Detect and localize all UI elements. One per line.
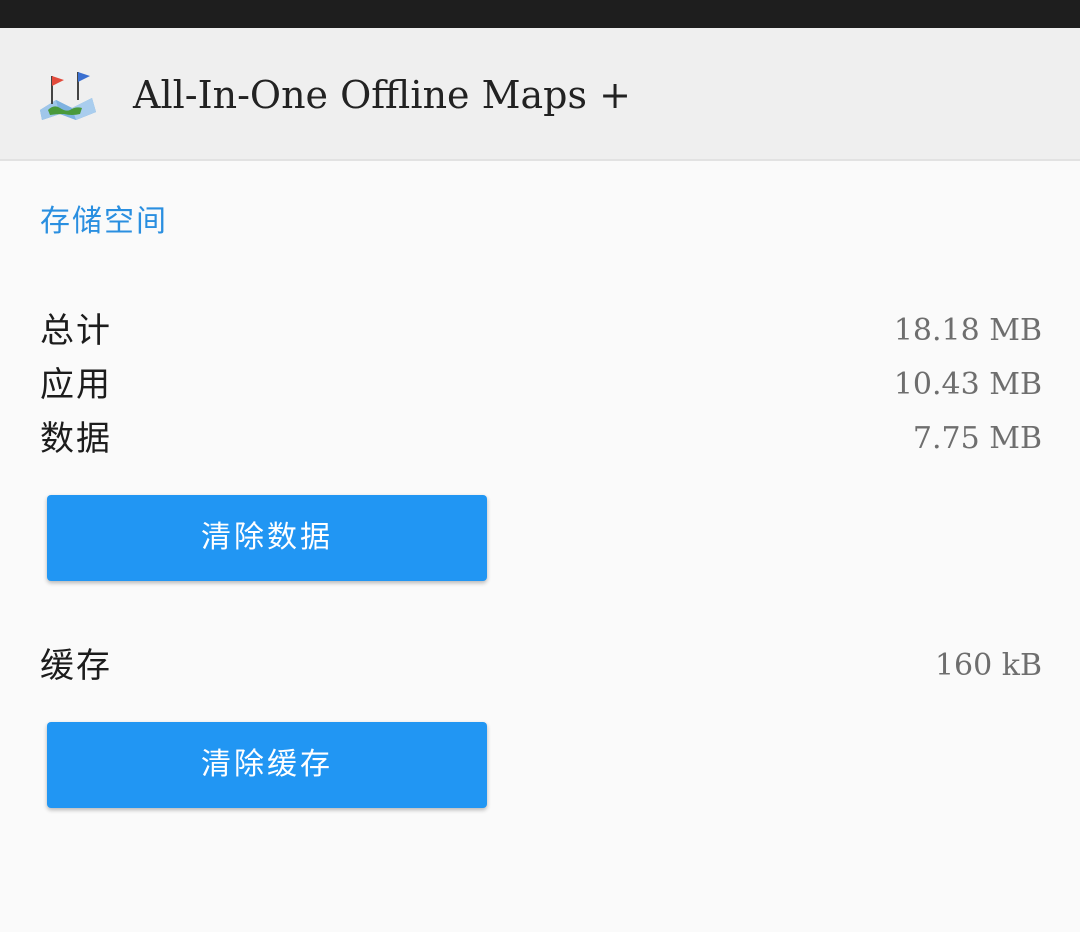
storage-total-label: 总计 (40, 311, 112, 351)
status-bar (0, 0, 1080, 28)
storage-data-label: 数据 (40, 419, 112, 459)
storage-cache-label: 缓存 (40, 646, 112, 686)
storage-total-row: 总计 18.18 MB (40, 306, 1042, 356)
storage-total-value: 18.18 MB (893, 313, 1042, 348)
storage-app-row: 应用 10.43 MB (40, 360, 1042, 410)
storage-section-header: 存储空间 (40, 204, 168, 239)
app-title: All-In-One Offline Maps + (133, 73, 631, 117)
storage-app-label: 应用 (40, 365, 112, 405)
storage-cache-row: 缓存 160 kB (40, 641, 1042, 691)
storage-app-value: 10.43 MB (893, 367, 1042, 402)
offline-maps-app-icon (36, 70, 98, 120)
clear-data-button[interactable]: 清除数据 (47, 495, 487, 581)
storage-cache-value: 160 kB (934, 648, 1042, 683)
app-bar: All-In-One Offline Maps + (0, 28, 1080, 161)
storage-data-value: 7.75 MB (912, 421, 1042, 456)
clear-cache-button[interactable]: 清除缓存 (47, 722, 487, 808)
storage-data-row: 数据 7.75 MB (40, 414, 1042, 464)
